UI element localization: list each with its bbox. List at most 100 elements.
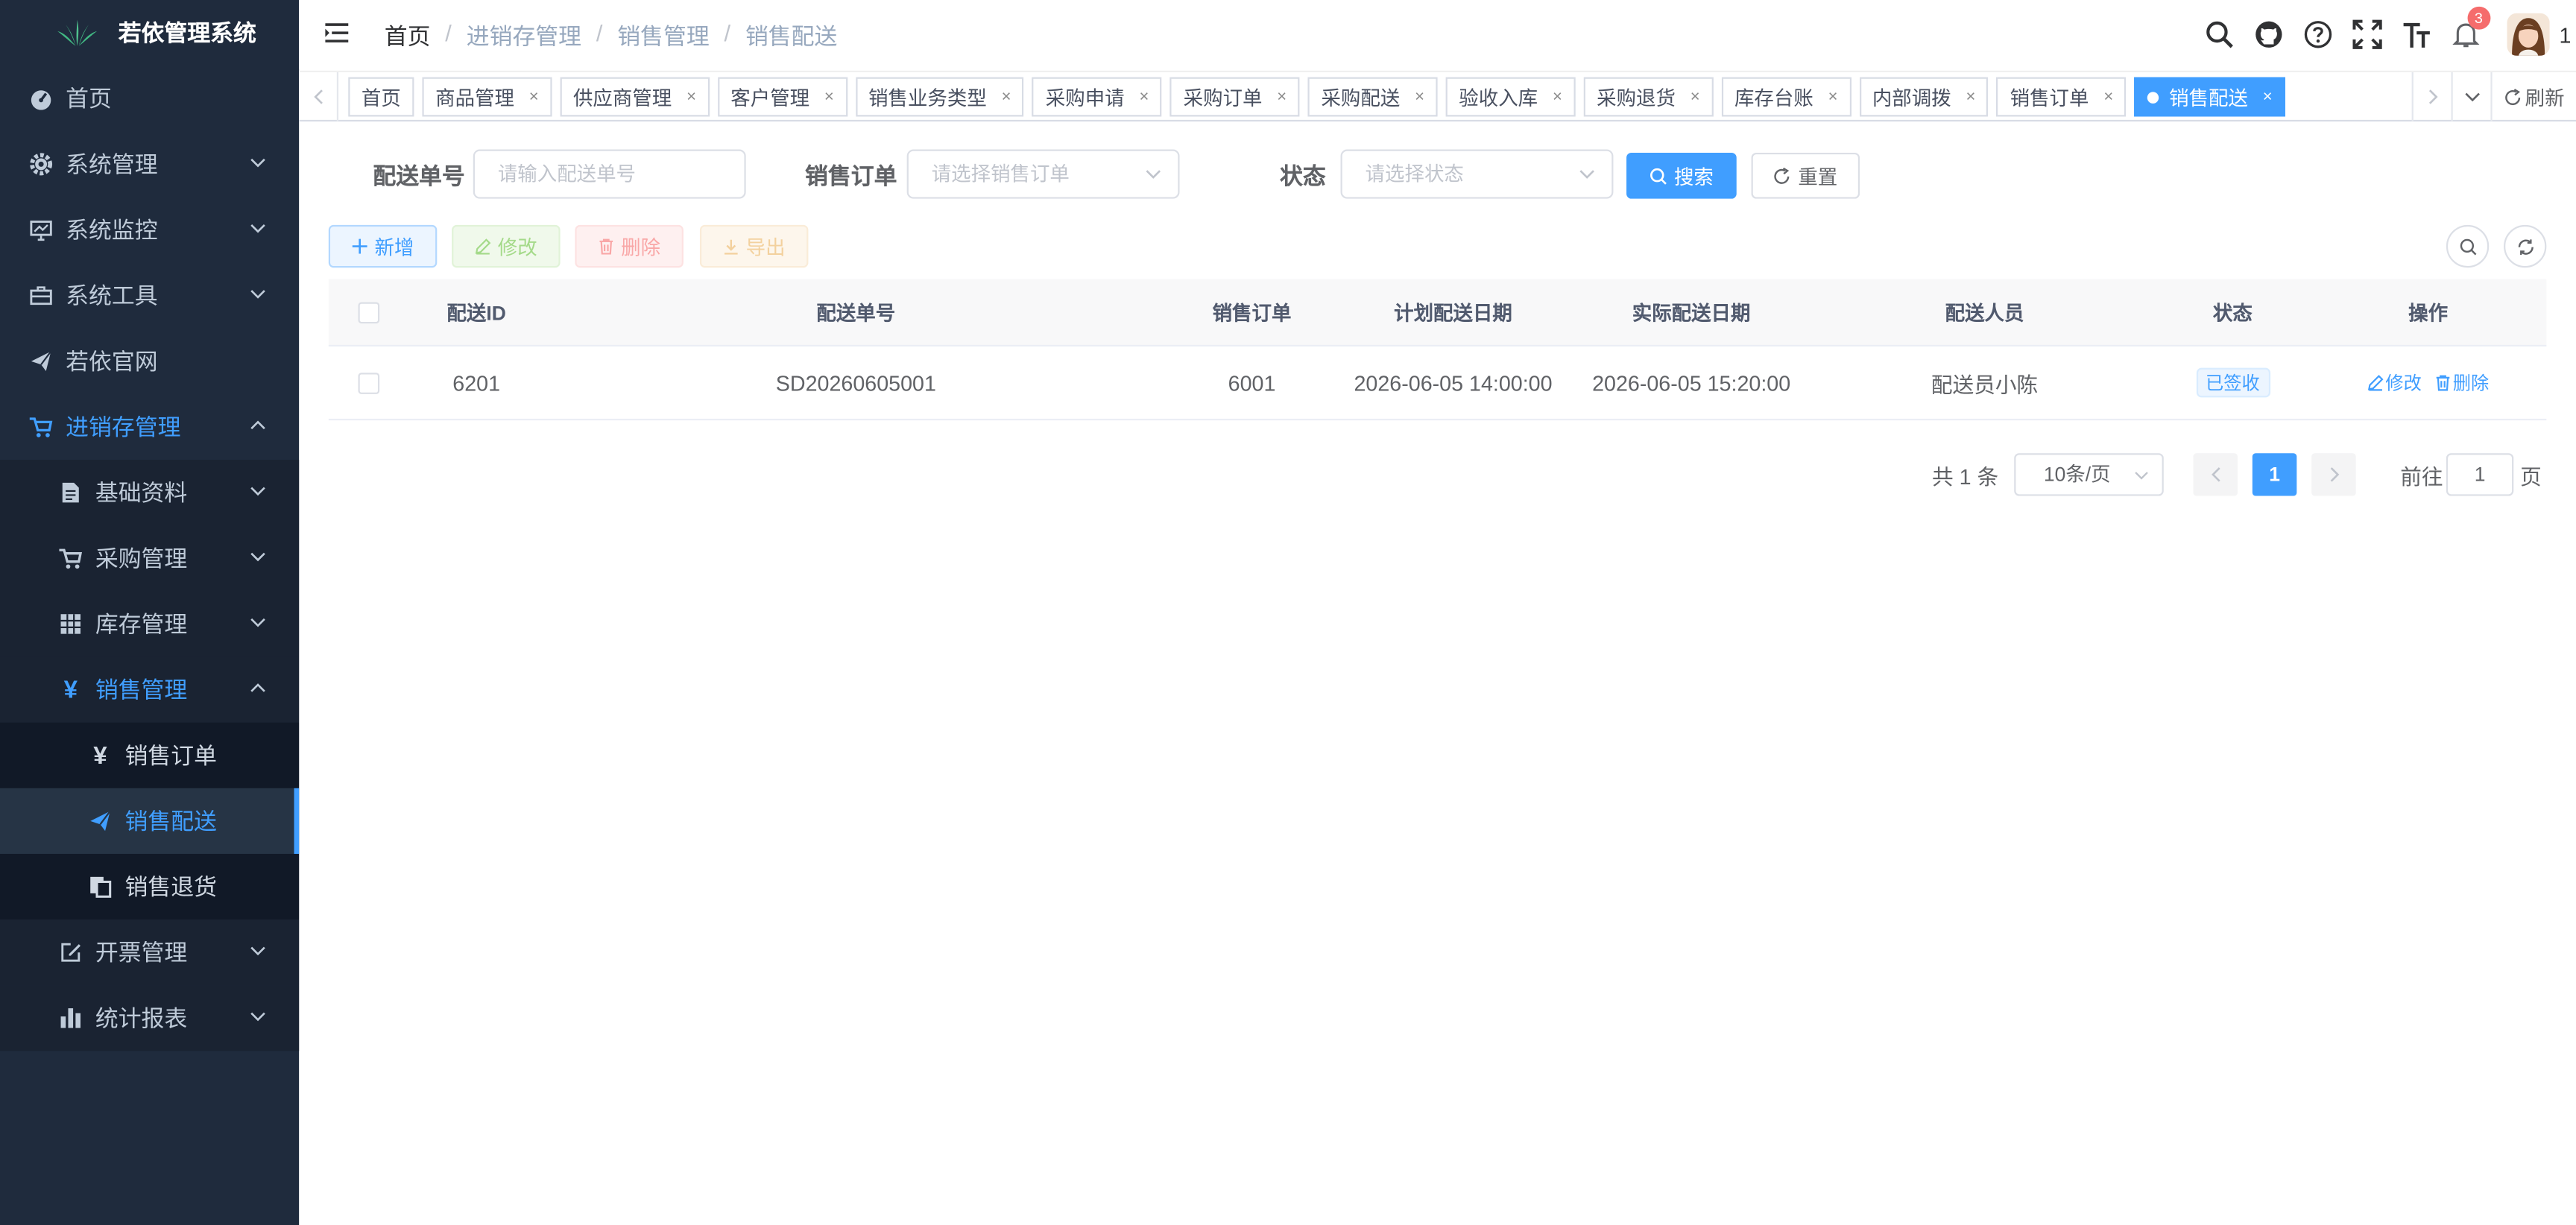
close-icon[interactable]: × — [1966, 88, 1975, 106]
row-checkbox[interactable] — [357, 372, 379, 393]
sidebar-item-invoice[interactable]: 开票管理 — [0, 919, 300, 986]
delete-button-label: 删除 — [621, 235, 661, 259]
tag-item[interactable]: 内部调拨 × — [1859, 77, 1989, 117]
tag-item[interactable]: 采购订单 × — [1170, 77, 1300, 117]
sidebar-item-label: 开票管理 — [95, 939, 188, 966]
avatar[interactable] — [2506, 13, 2550, 56]
delivery-no-input[interactable]: 请输入配送单号 — [473, 149, 746, 199]
grid-icon — [59, 612, 82, 636]
close-icon[interactable]: × — [2103, 88, 2113, 106]
tag-item[interactable]: 销售订单 × — [1997, 77, 2127, 117]
hamburger-icon[interactable] — [323, 19, 350, 45]
chevron-left-icon — [313, 89, 322, 104]
breadcrumb-separator: / — [724, 19, 731, 46]
tags-dropdown[interactable] — [2451, 72, 2491, 122]
sidebar-item-sales-order[interactable]: ¥ 销售订单 — [0, 722, 300, 788]
close-icon[interactable]: × — [1139, 88, 1149, 106]
sidebar-item-sales-return[interactable]: 销售退货 — [0, 853, 300, 920]
prev-page-button[interactable] — [2193, 453, 2238, 496]
sidebar-item-system[interactable]: 系统管理 — [0, 131, 299, 197]
font-size-icon[interactable] — [2402, 19, 2431, 49]
status-select[interactable]: 请选择状态 — [1340, 149, 1614, 199]
tag-item[interactable]: 库存台账 × — [1721, 77, 1852, 117]
sales-order-select[interactable]: 请选择销售订单 — [906, 149, 1180, 199]
close-icon[interactable]: × — [824, 88, 834, 106]
sidebar-item-stock[interactable]: 库存管理 — [0, 591, 300, 657]
sidebar-item-sales[interactable]: ¥ 销售管理 — [0, 656, 300, 723]
goto-page-input[interactable]: 1 — [2446, 453, 2514, 496]
tag-item[interactable]: 客户管理 × — [717, 77, 847, 117]
delete-button[interactable]: 删除 — [575, 224, 684, 268]
add-button[interactable]: 新增 — [328, 224, 438, 268]
tags-scroll-right[interactable] — [2411, 72, 2452, 122]
reset-button[interactable]: 重置 — [1751, 152, 1860, 199]
column-header: 计划配送日期 — [1394, 301, 1512, 325]
sidebar-item-sales-delivery[interactable]: 销售配送 — [0, 788, 300, 854]
tags-refresh-button[interactable]: 刷新 — [2490, 72, 2576, 122]
next-page-button[interactable] — [2311, 453, 2356, 496]
close-icon[interactable]: × — [529, 88, 539, 106]
tag-label: 销售配送 — [2169, 86, 2248, 110]
row-delete-link[interactable]: 删除 — [2434, 370, 2489, 396]
cell-planned-date: 2026-06-05 14:00:00 — [1354, 370, 1553, 396]
sidebar-item-monitor[interactable]: 系统监控 — [0, 197, 299, 262]
fullscreen-icon[interactable] — [2352, 19, 2382, 49]
sidebar-item-label: 销售订单 — [124, 742, 217, 769]
notification-badge: 3 — [2467, 6, 2490, 30]
help-icon[interactable] — [2303, 19, 2333, 49]
logo[interactable]: 若依管理系统 — [0, 0, 299, 66]
bell-icon[interactable]: 3 — [2451, 6, 2490, 49]
tag-item[interactable]: 采购退货 × — [1583, 77, 1714, 117]
tag-item[interactable]: 采购申请 × — [1032, 77, 1162, 117]
tag-item[interactable]: 销售配送 × — [2134, 77, 2286, 117]
toolbox-icon — [30, 284, 53, 307]
tag-item[interactable]: 首页 — [348, 77, 414, 117]
close-icon[interactable]: × — [1690, 88, 1700, 106]
tag-item[interactable]: 销售业务类型 × — [855, 77, 1025, 117]
sidebar-item-tools[interactable]: 系统工具 — [0, 263, 299, 329]
chevron-down-icon — [2464, 92, 2479, 102]
export-button[interactable]: 导出 — [699, 224, 809, 268]
yen-icon: ¥ — [63, 675, 78, 704]
edit-button[interactable]: 修改 — [452, 224, 561, 268]
tag-item[interactable]: 商品管理 × — [422, 77, 552, 117]
sidebar-item-basic-data[interactable]: 基础资料 — [0, 460, 300, 526]
toggle-search-button[interactable] — [2446, 224, 2490, 268]
close-icon[interactable]: × — [1828, 88, 1838, 106]
tags-scroll-left[interactable] — [299, 72, 339, 122]
breadcrumb-item[interactable]: 首页 — [385, 19, 431, 52]
chevron-down-icon — [2135, 472, 2148, 480]
search-button[interactable]: 搜索 — [1626, 152, 1737, 199]
tag-item[interactable]: 供应商管理 × — [560, 77, 710, 117]
sidebar-item-label: 系统监控 — [66, 216, 158, 244]
select-all-checkbox[interactable] — [357, 301, 379, 323]
sidebar-item-reports[interactable]: 统计报表 — [0, 985, 300, 1051]
close-icon[interactable]: × — [686, 88, 696, 106]
sidebar-item-purchase[interactable]: 采购管理 — [0, 525, 300, 592]
row-edit-link[interactable]: 修改 — [2367, 370, 2422, 396]
document-icon — [59, 481, 82, 504]
sidebar-item-inventory[interactable]: 进销存管理 — [0, 394, 299, 460]
tag-label: 销售订单 — [2010, 86, 2089, 110]
close-icon[interactable]: × — [1002, 88, 1011, 106]
tag-label: 供应商管理 — [572, 86, 672, 110]
table-row[interactable]: 6201 SD20260605001 6001 2026-06-05 14:00… — [328, 346, 2547, 421]
close-icon[interactable]: × — [1277, 88, 1287, 106]
github-icon[interactable] — [2254, 19, 2284, 49]
user-name[interactable]: 1 — [2559, 22, 2571, 47]
trash-icon — [598, 238, 614, 255]
export-button-label: 导出 — [745, 235, 786, 259]
column-header: 配送人员 — [1945, 301, 2024, 325]
refresh-table-button[interactable] — [2504, 224, 2547, 268]
chevron-down-icon — [1579, 170, 1594, 179]
search-icon[interactable] — [2204, 19, 2234, 49]
page-size-select[interactable]: 10条/页 — [2014, 453, 2164, 496]
tag-item[interactable]: 采购配送 × — [1307, 77, 1438, 117]
page-number[interactable]: 1 — [2252, 453, 2297, 496]
sidebar-item-website[interactable]: 若依官网 — [0, 329, 299, 394]
close-icon[interactable]: × — [1553, 88, 1562, 106]
close-icon[interactable]: × — [1415, 88, 1424, 106]
sidebar-item-home[interactable]: 首页 — [0, 66, 299, 131]
tag-item[interactable]: 验收入库 × — [1445, 77, 1576, 117]
close-icon[interactable]: × — [2263, 88, 2273, 106]
